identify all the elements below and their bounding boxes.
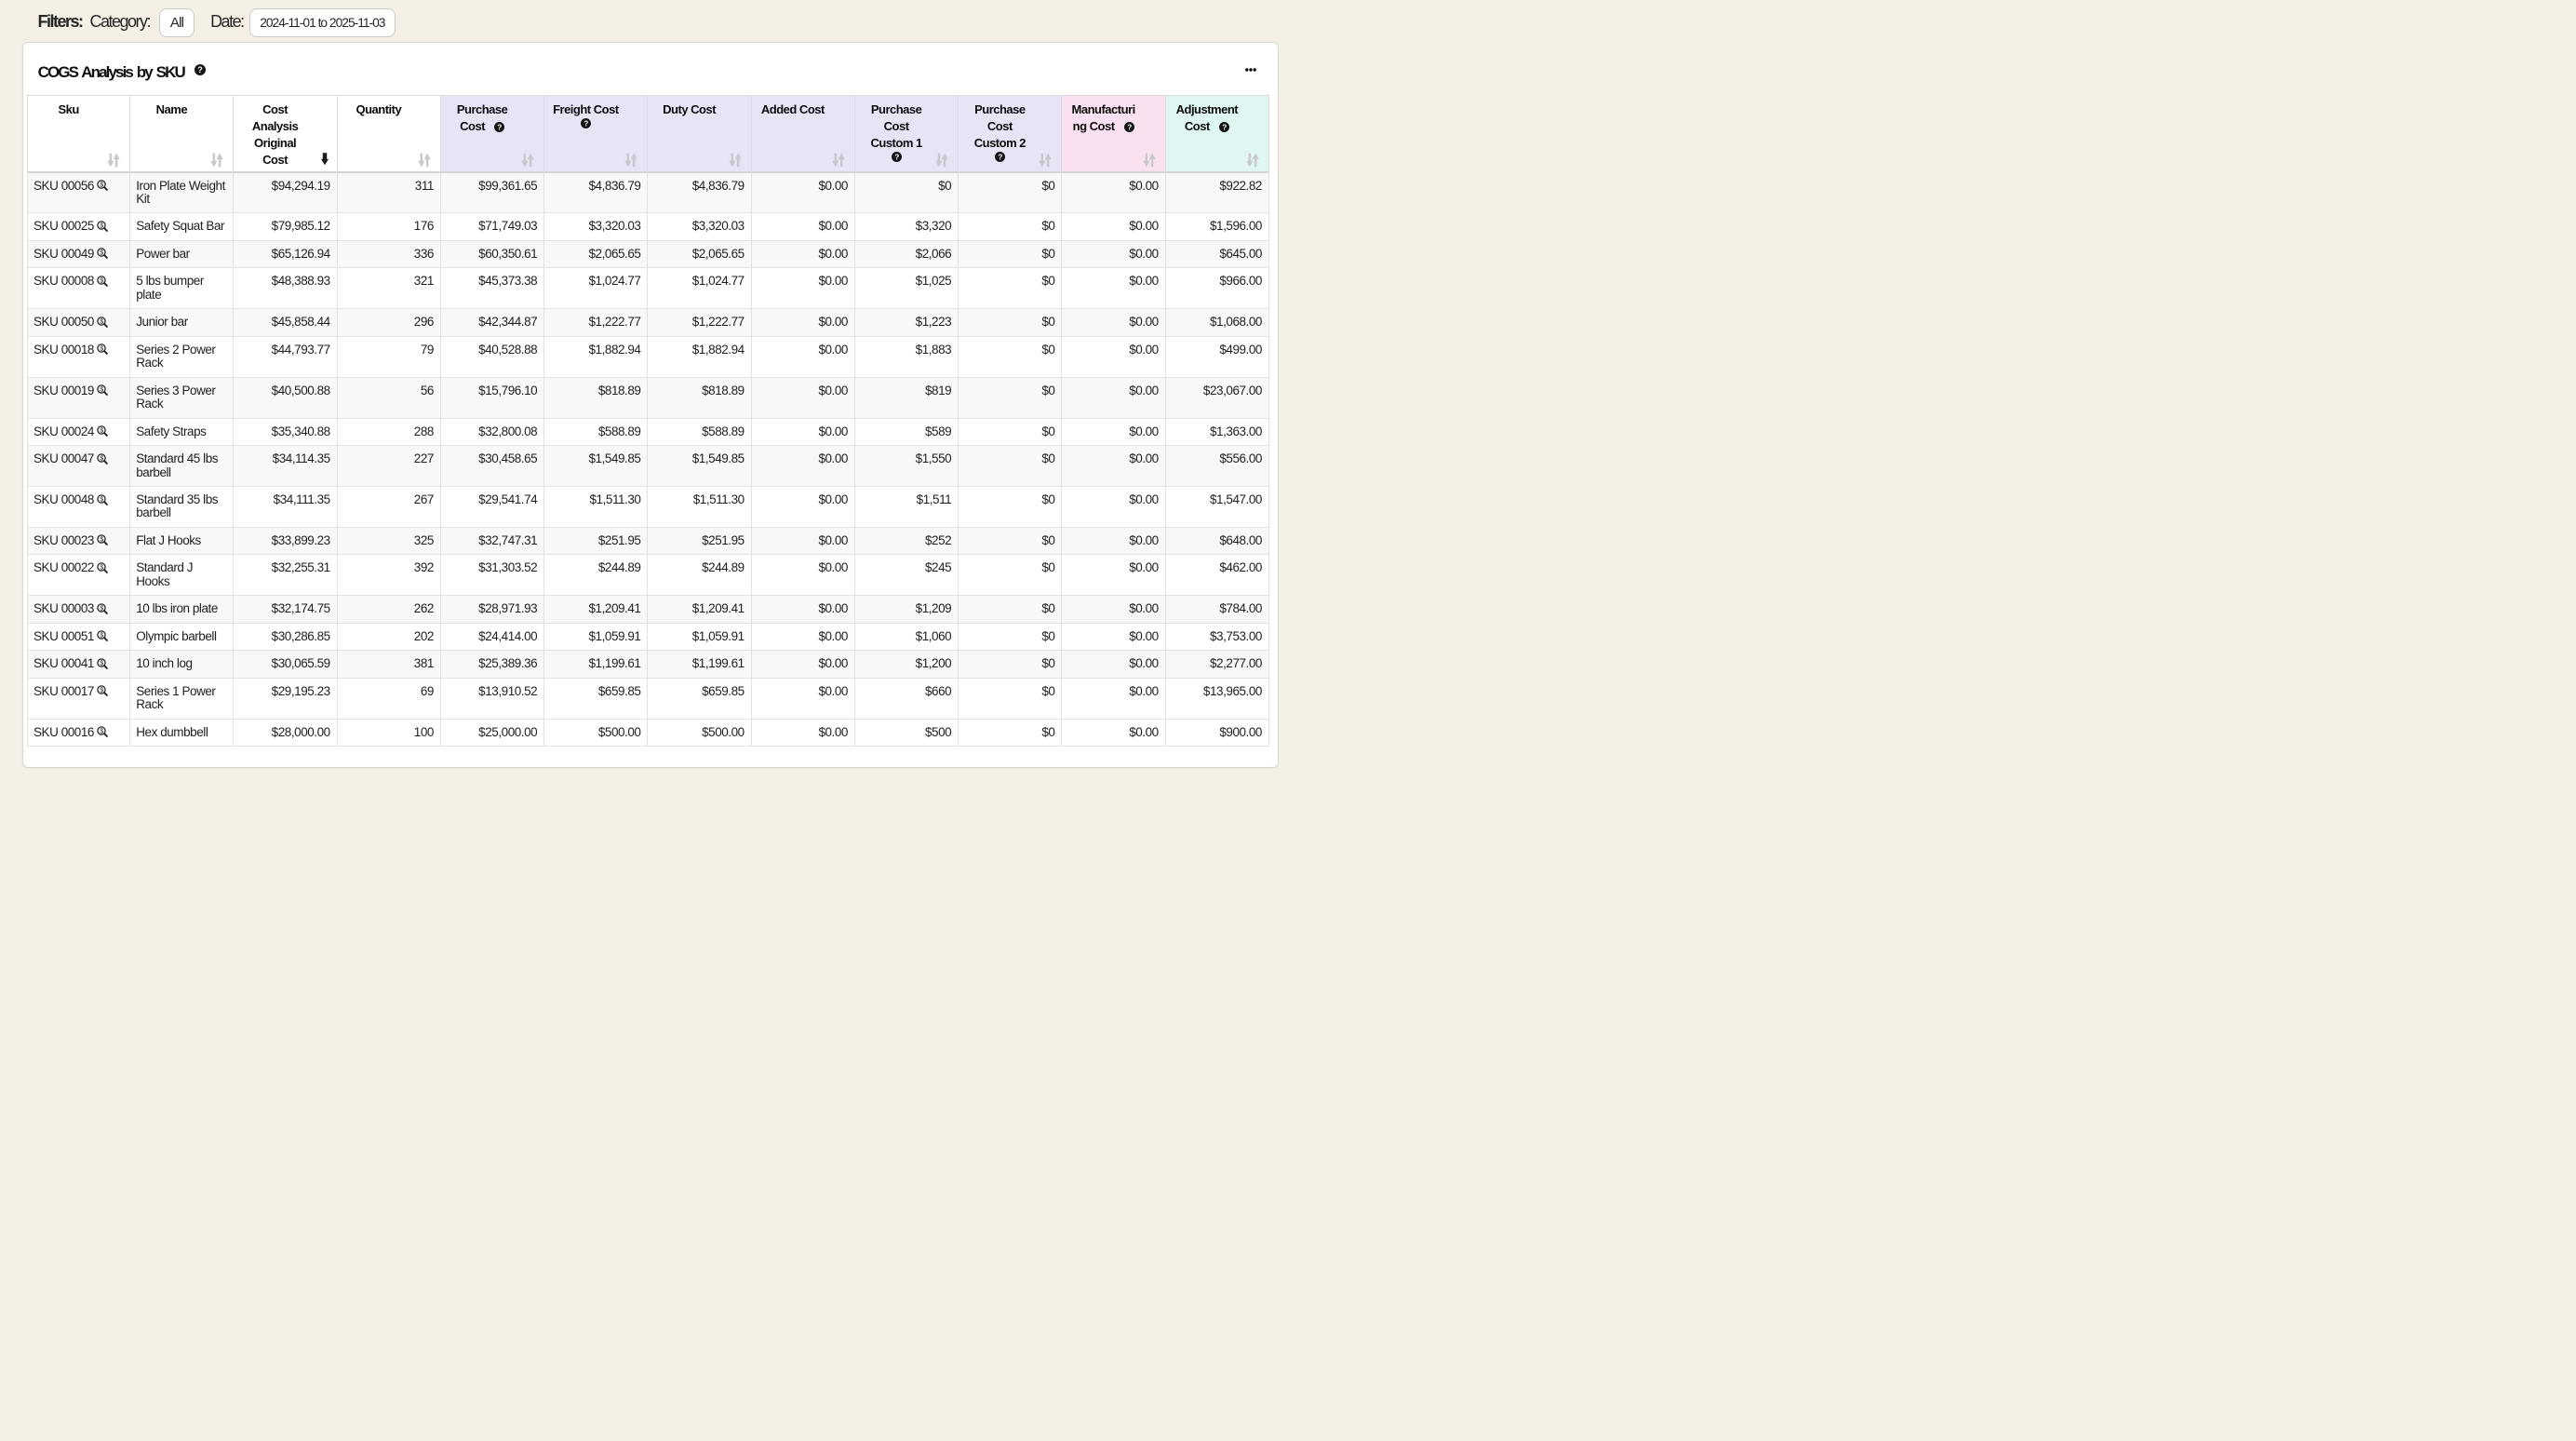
svg-text:?: ?	[197, 65, 203, 74]
svg-text:$: $	[100, 223, 103, 230]
svg-text:$: $	[100, 346, 103, 353]
svg-text:$: $	[100, 182, 103, 189]
svg-text:?: ?	[1222, 123, 1227, 131]
svg-text:$: $	[100, 318, 103, 325]
svg-text:$: $	[100, 428, 103, 435]
svg-text:$: $	[100, 729, 103, 735]
svg-text:$: $	[100, 633, 103, 640]
svg-text:$: $	[100, 605, 103, 612]
svg-text:$: $	[100, 278, 103, 285]
svg-text:$: $	[100, 565, 103, 572]
svg-text:$: $	[100, 250, 103, 257]
svg-text:?: ?	[894, 154, 899, 162]
svg-text:$: $	[100, 660, 103, 667]
svg-text:$: $	[100, 455, 103, 462]
svg-text:?: ?	[497, 123, 502, 131]
svg-text:$: $	[100, 537, 103, 544]
svg-text:?: ?	[584, 119, 588, 128]
svg-text:$: $	[100, 496, 103, 503]
svg-text:$: $	[100, 688, 103, 694]
svg-text:?: ?	[1127, 123, 1132, 131]
svg-text:$: $	[100, 387, 103, 394]
svg-text:?: ?	[998, 154, 1002, 162]
